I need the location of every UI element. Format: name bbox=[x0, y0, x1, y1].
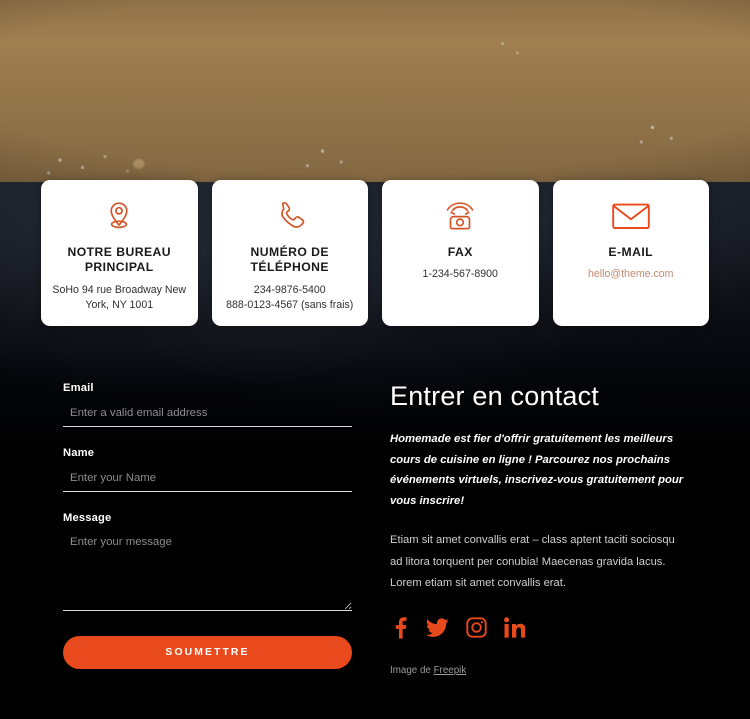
email-field-label: Email bbox=[63, 382, 94, 394]
contact-form: Email Name Message SOUMETTRE bbox=[63, 382, 352, 669]
phone-handset-icon bbox=[271, 195, 309, 237]
fax-machine-icon bbox=[440, 195, 480, 237]
form-field-email: Email bbox=[63, 382, 352, 427]
page-title: Entrer en contact bbox=[390, 381, 600, 411]
contact-card-title: NUMÉRO DE TÉLÉPHONE bbox=[250, 245, 330, 275]
location-pin-icon bbox=[101, 195, 137, 237]
contact-card-email-link[interactable]: hello@theme.com bbox=[579, 267, 683, 282]
social-links bbox=[390, 617, 690, 639]
name-field-label: Name bbox=[63, 447, 95, 459]
contact-card-phone[interactable]: NUMÉRO DE TÉLÉPHONE 234-9876-5400 888-01… bbox=[211, 180, 368, 326]
image-credit-prefix: Image de bbox=[390, 664, 434, 676]
contact-card-title: E-MAIL bbox=[608, 245, 654, 259]
contact-card-email[interactable]: E-MAIL hello@theme.com bbox=[552, 180, 709, 326]
contact-card-text: 234-9876-5400 888-0123-4567 (sans frais) bbox=[226, 283, 354, 311]
body-paragraph: Etiam sit amet convallis erat – class ap… bbox=[390, 534, 675, 590]
info-column: Entrer en contact Homemade est fier d'of… bbox=[390, 381, 690, 676]
form-field-name: Name bbox=[63, 447, 352, 492]
envelope-icon bbox=[610, 195, 652, 237]
email-input[interactable] bbox=[63, 405, 352, 427]
form-field-message: Message bbox=[63, 512, 352, 616]
instagram-icon[interactable] bbox=[466, 617, 487, 638]
contact-card-fax[interactable]: FAX 1-234-567-8900 bbox=[382, 180, 539, 326]
contact-card-text: SoHo 94 rue Broadway New York, NY 1001 bbox=[52, 283, 187, 311]
intro-paragraph: Homemade est fier d'offrir gratuitement … bbox=[390, 432, 684, 508]
hero-vignette bbox=[0, 0, 750, 182]
contact-cards-row: NOTRE BUREAU PRINCIPAL SoHo 94 rue Broad… bbox=[41, 180, 709, 326]
hero-image bbox=[0, 0, 750, 182]
twitter-icon[interactable] bbox=[426, 618, 449, 638]
freepik-link[interactable]: Freepik bbox=[434, 665, 467, 676]
contact-card-title: FAX bbox=[447, 245, 473, 259]
contact-card-text: 1-234-567-8900 bbox=[422, 268, 498, 281]
contact-card-title: NOTRE BUREAU PRINCIPAL bbox=[67, 245, 172, 275]
message-textarea[interactable] bbox=[63, 533, 352, 611]
message-field-label: Message bbox=[63, 512, 112, 524]
image-credit: Image de Freepik bbox=[390, 665, 690, 676]
submit-button[interactable]: SOUMETTRE bbox=[63, 636, 352, 669]
contact-card-main-office[interactable]: NOTRE BUREAU PRINCIPAL SoHo 94 rue Broad… bbox=[41, 180, 198, 326]
facebook-icon[interactable] bbox=[390, 617, 409, 639]
name-input[interactable] bbox=[63, 470, 352, 492]
linkedin-icon[interactable] bbox=[504, 617, 525, 638]
